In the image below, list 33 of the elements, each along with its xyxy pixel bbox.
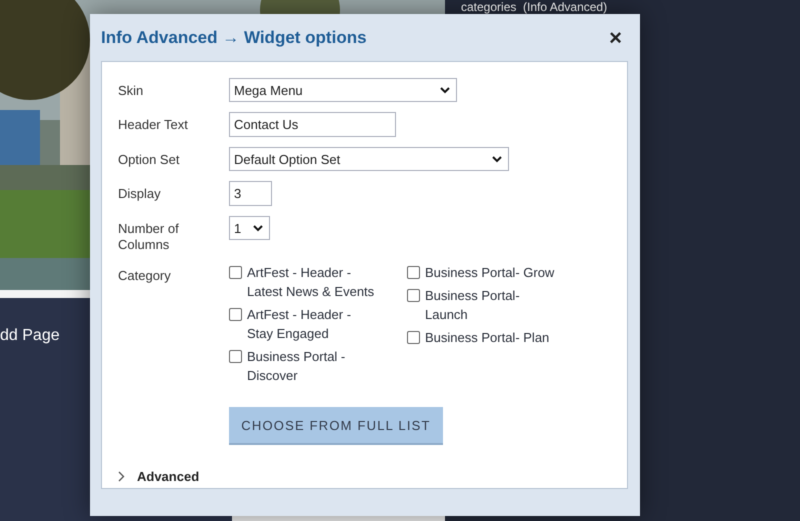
category-checkbox[interactable]: ArtFest - Header - Stay Engaged: [229, 305, 379, 343]
category-checkbox[interactable]: Business Portal- Plan: [407, 328, 557, 347]
close-button[interactable]: ×: [603, 28, 628, 48]
add-page-link[interactable]: dd Page: [0, 327, 60, 345]
category-checkbox[interactable]: Business Portal- Launch: [407, 286, 557, 324]
caret-icon: [492, 156, 502, 162]
checkbox[interactable]: [407, 266, 420, 279]
checkbox[interactable]: [229, 350, 242, 363]
select-field[interactable]: 1: [229, 216, 270, 240]
category-heading: categories (Info Advanced): [461, 0, 608, 14]
field-label: Skin: [118, 82, 144, 99]
field-label: Number of Columns: [118, 220, 180, 253]
caret-icon: [440, 86, 450, 94]
category-checkbox[interactable]: ArtFest - Header - Latest News & Events: [229, 263, 379, 301]
choose-from-full-list-button[interactable]: CHOOSE FROM FULL LIST: [229, 407, 443, 445]
chevron-icon: [118, 471, 125, 482]
caret-icon: [253, 224, 263, 232]
input-field[interactable]: Contact Us: [229, 112, 396, 137]
category-checkbox[interactable]: Business Portal- Grow: [407, 263, 557, 282]
dialog-title: Info Advanced → Widget options: [101, 28, 367, 48]
field-label: Display: [118, 185, 162, 202]
input-field[interactable]: 3: [229, 181, 272, 206]
select-field[interactable]: Mega Menu: [229, 78, 457, 102]
checkbox[interactable]: [229, 308, 242, 321]
checkbox[interactable]: [229, 266, 242, 279]
checkbox[interactable]: [407, 331, 420, 344]
field-label: Category: [118, 267, 172, 284]
field-label: Header Text: [118, 116, 189, 133]
field-label: Option Set: [118, 151, 180, 168]
checkbox[interactable]: [407, 289, 420, 302]
advanced-toggle[interactable]: Advanced: [118, 469, 200, 484]
category-checkbox[interactable]: Business Portal - Discover: [229, 347, 379, 385]
select-field[interactable]: Default Option Set: [229, 147, 509, 171]
